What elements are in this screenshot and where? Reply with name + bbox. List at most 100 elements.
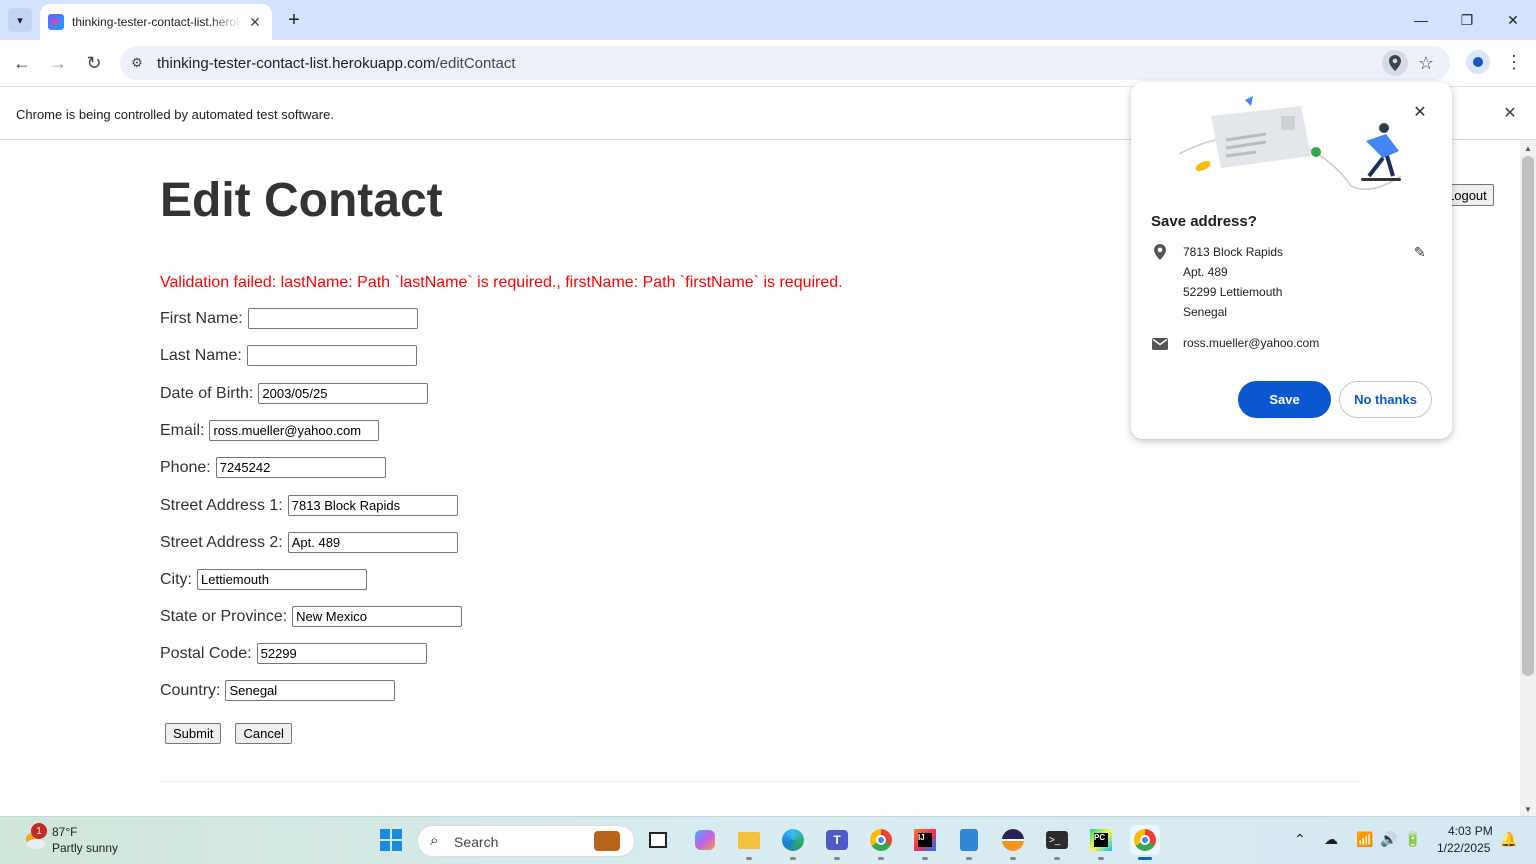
chrome-active-icon[interactable] <box>1130 825 1160 860</box>
first-name-label: First Name: <box>160 309 243 327</box>
state-label: State or Province: <box>160 607 288 625</box>
new-tab-button[interactable]: + <box>282 8 306 32</box>
city-label: City: <box>160 570 192 588</box>
email-label: Email: <box>160 421 205 439</box>
street2-input[interactable] <box>287 532 458 553</box>
last-name-input[interactable] <box>246 345 417 366</box>
location-pin-icon[interactable] <box>1382 50 1408 76</box>
last-name-label: Last Name: <box>160 346 242 364</box>
back-button[interactable]: ← <box>10 51 34 75</box>
street2-row: Street Address 2: <box>160 532 458 553</box>
browser-tab[interactable]: thinking-tester-contact-list.herokuapp.c… <box>40 4 272 40</box>
address-line: Apt. 489 <box>1183 265 1228 279</box>
copilot-icon[interactable] <box>690 825 720 855</box>
scroll-up-arrow-icon[interactable]: ▲ <box>1524 144 1532 153</box>
first-name-input[interactable] <box>247 308 418 329</box>
chrome-icon[interactable] <box>866 825 896 860</box>
browser-toolbar: ← → ↻ ⚙ thinking-tester-contact-list.her… <box>0 40 1536 86</box>
pycharm-icon[interactable]: PC <box>1086 825 1116 860</box>
address-bar[interactable]: ⚙ thinking-tester-contact-list.herokuapp… <box>120 46 1450 80</box>
title-bar: ▾ thinking-tester-contact-list.herokuapp… <box>0 0 1536 40</box>
city-input[interactable] <box>197 569 367 590</box>
last-name-row: Last Name: <box>160 345 417 366</box>
popup-close-icon[interactable]: ✕ <box>1410 102 1430 122</box>
windows-start-icon[interactable] <box>376 825 406 855</box>
task-view-icon[interactable] <box>643 825 673 855</box>
teams-icon[interactable]: T <box>822 825 852 860</box>
phone-input[interactable] <box>215 457 386 478</box>
form-buttons: Submit Cancel <box>165 723 292 744</box>
scroll-down-arrow-icon[interactable]: ▼ <box>1524 805 1532 814</box>
onedrive-cloud-icon[interactable]: ☁ <box>1324 831 1338 848</box>
tab-search-button[interactable]: ▾ <box>8 8 32 32</box>
city-row: City: <box>160 569 367 590</box>
page-title: Edit Contact <box>160 174 443 227</box>
save-address-popup: ✕ Save address? 7813 Block Rapids Apt. 4… <box>1131 82 1452 439</box>
url-text[interactable]: thinking-tester-contact-list.herokuapp.c… <box>157 55 516 72</box>
site-info-icon[interactable]: ⚙ <box>128 54 146 72</box>
mail-icon <box>1152 338 1168 350</box>
show-hidden-icons-chevron-icon[interactable]: ⌃ <box>1294 831 1306 848</box>
email-input[interactable] <box>209 420 380 441</box>
intellij-icon[interactable]: IJ <box>910 825 940 860</box>
state-input[interactable] <box>292 606 463 627</box>
page-scrollbar[interactable]: ▲ ▼ <box>1520 140 1536 816</box>
address-line: Senegal <box>1183 305 1228 319</box>
street2-label: Street Address 2: <box>160 533 283 551</box>
country-row: Country: <box>160 680 396 701</box>
save-address-button[interactable]: Save <box>1238 381 1331 418</box>
no-thanks-button[interactable]: No thanks <box>1339 381 1432 418</box>
address-line: 52299 Lettiemouth <box>1183 285 1283 299</box>
bookmark-star-icon[interactable]: ☆ <box>1414 51 1438 75</box>
url-host: thinking-tester-contact-list.herokuapp.c… <box>157 55 436 72</box>
taskbar-search[interactable]: ⌕ Search <box>417 825 635 857</box>
close-tab-icon[interactable]: ✕ <box>246 13 264 31</box>
popup-title: Save address? <box>1151 213 1257 230</box>
clock-time[interactable]: 4:03 PM <box>1448 824 1493 838</box>
country-input[interactable] <box>225 680 396 701</box>
edge-icon[interactable] <box>778 825 808 860</box>
cancel-button[interactable]: Cancel <box>235 723 292 744</box>
dob-row: Date of Birth: <box>160 383 429 404</box>
scroll-thumb[interactable] <box>1522 156 1534 676</box>
eclipse-icon[interactable] <box>998 825 1028 860</box>
minimize-button[interactable]: — <box>1406 6 1436 34</box>
search-placeholder: Search <box>454 834 499 850</box>
footer-divider <box>160 781 1360 782</box>
notification-bell-icon[interactable]: 🔔 <box>1500 831 1517 848</box>
reload-button[interactable]: ↻ <box>82 51 106 75</box>
chrome-menu-icon[interactable]: ⋮ <box>1504 50 1524 74</box>
postal-code-input[interactable] <box>256 643 427 664</box>
weather-description[interactable]: Partly sunny <box>52 841 118 855</box>
profile-avatar[interactable] <box>1466 50 1490 74</box>
phone-label: Phone: <box>160 458 211 476</box>
weather-notification-badge: 1 <box>31 823 47 839</box>
address-line: 7813 Block Rapids <box>1183 245 1284 259</box>
popup-email: ross.mueller@yahoo.com <box>1183 336 1320 350</box>
infobar-close-icon[interactable]: ✕ <box>1500 103 1520 123</box>
street1-input[interactable] <box>287 495 458 516</box>
restore-button[interactable]: ❐ <box>1452 6 1482 34</box>
dob-input[interactable] <box>258 383 429 404</box>
postal-code-row: Postal Code: <box>160 643 427 664</box>
weather-temperature[interactable]: 87°F <box>52 825 77 839</box>
email-row: Email: <box>160 420 380 441</box>
clock-date[interactable]: 1/22/2025 <box>1437 841 1490 855</box>
street1-row: Street Address 1: <box>160 495 458 516</box>
close-window-button[interactable]: ✕ <box>1498 6 1528 34</box>
windows-taskbar: 1 87°F Partly sunny ⌕ Search T IJ >_ PC … <box>0 816 1536 864</box>
volume-icon[interactable]: 🔊 <box>1380 831 1397 848</box>
wifi-icon[interactable]: 📶 <box>1356 831 1373 848</box>
battery-icon[interactable]: 🔋 <box>1404 831 1421 848</box>
forward-button[interactable]: → <box>46 51 70 75</box>
terminal-icon[interactable]: >_ <box>1042 825 1072 860</box>
submit-button[interactable]: Submit <box>165 723 222 744</box>
notepad-icon[interactable] <box>954 825 984 860</box>
country-label: Country: <box>160 681 221 699</box>
save-address-illustration-icon <box>1178 96 1402 191</box>
postal-code-label: Postal Code: <box>160 644 252 662</box>
street1-label: Street Address 1: <box>160 496 283 514</box>
edit-pencil-icon[interactable]: ✎ <box>1414 244 1430 260</box>
site-favicon-icon <box>48 14 64 30</box>
file-explorer-icon[interactable] <box>734 825 764 860</box>
